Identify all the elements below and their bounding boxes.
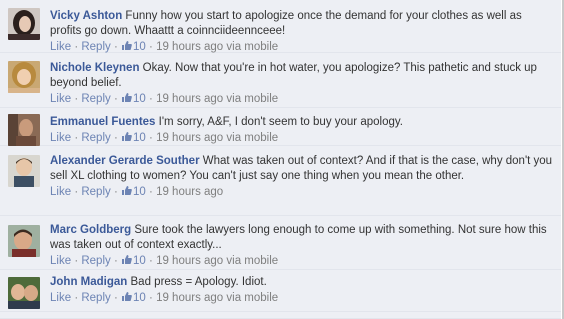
avatar[interactable]: [8, 225, 40, 257]
separator: ·: [149, 93, 153, 105]
separator: ·: [149, 186, 153, 198]
like-count-value: 10: [133, 292, 146, 304]
avatar[interactable]: [8, 114, 40, 146]
avatar[interactable]: [8, 8, 40, 40]
commenter-name[interactable]: Nichole Kleynen: [50, 62, 139, 74]
comment-meta: Like · Reply · 10 · 19 hours ago via mob…: [50, 254, 553, 269]
thumbs-up-icon: [122, 41, 132, 50]
like-count-value: 10: [133, 255, 146, 267]
thumbs-up-icon: [122, 186, 132, 195]
comment-item: Nichole Kleynen Okay. Now that you're in…: [0, 53, 561, 108]
thumbs-up-icon: [122, 292, 132, 301]
via-source: via mobile: [226, 292, 279, 304]
comment-text: I'm sorry, A&F, I don't seem to buy your…: [158, 116, 403, 128]
commenter-name[interactable]: Vicky Ashton: [50, 10, 122, 22]
thumbs-up-icon: [122, 93, 132, 102]
commenter-name[interactable]: Emmanuel Fuentes: [50, 116, 155, 128]
comment-item: John Madigan Bad press = Apology. Idiot.…: [0, 270, 561, 312]
comment-item: [0, 312, 561, 319]
like-link[interactable]: Like: [50, 255, 71, 267]
like-count-value: 10: [133, 186, 146, 198]
like-count[interactable]: 10: [121, 132, 146, 144]
timestamp[interactable]: 19 hours ago: [156, 186, 223, 198]
comment-body: Nichole Kleynen Okay. Now that you're in…: [50, 61, 553, 107]
via-source: via mobile: [226, 93, 279, 105]
comment-body: Vicky Ashton Funny how you start to apol…: [50, 9, 553, 55]
separator: ·: [149, 41, 153, 53]
reply-link[interactable]: Reply: [81, 93, 110, 105]
comment-thread: Vicky Ashton Funny how you start to apol…: [0, 0, 564, 319]
comment-item: Emmanuel Fuentes I'm sorry, A&F, I don't…: [0, 108, 561, 146]
separator: ·: [74, 292, 79, 304]
thumbs-up-icon: [122, 132, 132, 141]
commenter-name[interactable]: Alexander Gerarde Souther: [50, 155, 200, 167]
separator: ·: [74, 255, 79, 267]
like-link[interactable]: Like: [50, 132, 71, 144]
like-link[interactable]: Like: [50, 93, 71, 105]
like-count-value: 10: [133, 93, 146, 105]
like-link[interactable]: Like: [50, 292, 71, 304]
separator: ·: [149, 255, 153, 267]
timestamp[interactable]: 19 hours ago: [156, 255, 223, 267]
like-count[interactable]: 10: [121, 93, 146, 105]
comment-body: Marc Goldberg Sure took the lawyers long…: [50, 223, 553, 269]
avatar[interactable]: [8, 61, 40, 93]
comment-text: Bad press = Apology. Idiot.: [130, 276, 267, 288]
comment-body: Alexander Gerarde Souther What was taken…: [50, 154, 553, 200]
comment-item: Vicky Ashton Funny how you start to apol…: [0, 0, 561, 53]
comment-item: Marc Goldberg Sure took the lawyers long…: [0, 216, 561, 270]
avatar[interactable]: [8, 155, 40, 187]
reply-link[interactable]: Reply: [81, 255, 110, 267]
separator: ·: [113, 41, 118, 53]
like-count-value: 10: [133, 132, 146, 144]
timestamp[interactable]: 19 hours ago: [156, 41, 223, 53]
separator: ·: [74, 132, 79, 144]
comment-body: Emmanuel Fuentes I'm sorry, A&F, I don't…: [50, 115, 553, 146]
separator: ·: [74, 41, 79, 53]
commenter-name[interactable]: John Madigan: [50, 276, 127, 288]
reply-link[interactable]: Reply: [81, 292, 110, 304]
separator: ·: [113, 292, 118, 304]
comment-meta: Like · Reply · 10 · 19 hours ago via mob…: [50, 291, 553, 306]
comment-meta: Like · Reply · 10 · 19 hours ago: [50, 185, 553, 200]
via-source: via mobile: [226, 41, 279, 53]
separator: ·: [74, 186, 79, 198]
reply-link[interactable]: Reply: [81, 132, 110, 144]
reply-link[interactable]: Reply: [81, 41, 110, 53]
like-count-value: 10: [133, 41, 146, 53]
like-count[interactable]: 10: [121, 292, 146, 304]
like-count[interactable]: 10: [121, 41, 146, 53]
comment-meta: Like · Reply · 10 · 19 hours ago via mob…: [50, 92, 553, 107]
via-source: via mobile: [226, 255, 279, 267]
avatar[interactable]: [8, 277, 40, 309]
timestamp[interactable]: 19 hours ago: [156, 292, 223, 304]
timestamp[interactable]: 19 hours ago: [156, 93, 223, 105]
separator: ·: [149, 292, 153, 304]
separator: ·: [113, 186, 118, 198]
separator: ·: [74, 93, 79, 105]
commenter-name[interactable]: Marc Goldberg: [50, 224, 131, 236]
comment-item: Alexander Gerarde Souther What was taken…: [0, 146, 561, 216]
separator: ·: [113, 93, 118, 105]
like-count[interactable]: 10: [121, 186, 146, 198]
comment-meta: Like · Reply · 10 · 19 hours ago via mob…: [50, 131, 553, 146]
comment-body: John Madigan Bad press = Apology. Idiot.…: [50, 275, 553, 306]
like-link[interactable]: Like: [50, 186, 71, 198]
separator: ·: [113, 255, 118, 267]
reply-link[interactable]: Reply: [81, 186, 110, 198]
like-link[interactable]: Like: [50, 41, 71, 53]
separator: ·: [149, 132, 153, 144]
thumbs-up-icon: [122, 255, 132, 264]
via-source: via mobile: [226, 132, 279, 144]
timestamp[interactable]: 19 hours ago: [156, 132, 223, 144]
separator: ·: [113, 132, 118, 144]
like-count[interactable]: 10: [121, 255, 146, 267]
